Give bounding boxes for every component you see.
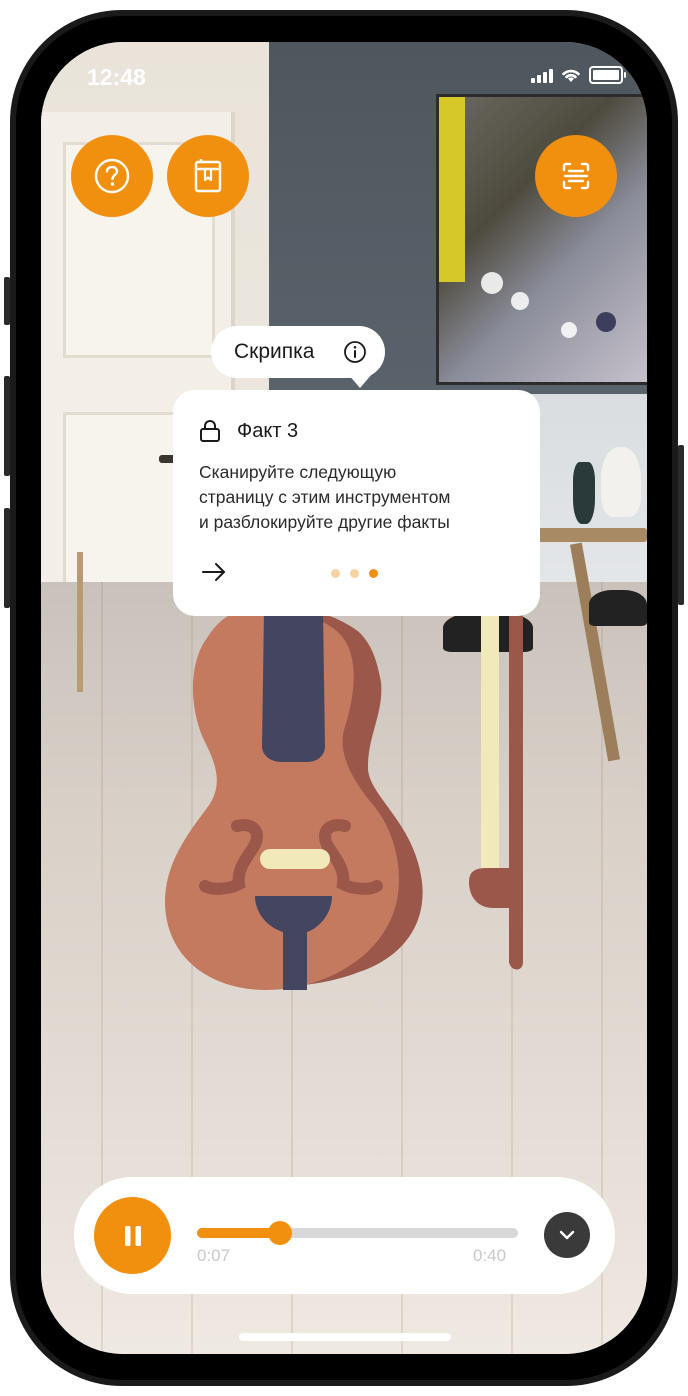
lock-icon [200, 420, 220, 442]
home-indicator[interactable] [239, 1333, 451, 1341]
collapse-button[interactable] [544, 1212, 590, 1258]
progress-knob[interactable] [268, 1221, 293, 1245]
pause-button[interactable] [94, 1197, 171, 1274]
battery-icon [589, 66, 626, 84]
audio-player: 0:07 0:40 [74, 1177, 615, 1294]
total-time: 0:40 [473, 1246, 507, 1265]
bow-hair [481, 602, 499, 872]
book-button[interactable] [167, 135, 249, 217]
label-pointer [348, 374, 372, 388]
page-indicator [331, 569, 378, 578]
fact-text: Сканируйте следующую страницу с этим инс… [199, 460, 529, 535]
progress-track[interactable] [197, 1221, 518, 1245]
instrument-name: Скрипка [234, 340, 315, 363]
fact-text-line: и разблокируйте другие факты [199, 512, 450, 532]
violin-fingerboard [262, 610, 325, 762]
cellular-signal-icon [531, 67, 553, 83]
help-icon [94, 158, 130, 194]
violin-illustration [164, 602, 523, 990]
wifi-icon [562, 69, 580, 82]
next-arrow-icon[interactable] [201, 562, 227, 582]
help-button[interactable] [71, 135, 153, 217]
status-time: 12:48 [87, 64, 146, 90]
info-icon[interactable] [343, 340, 367, 364]
scan-icon [562, 162, 590, 190]
fact-card: Факт 3 Сканируйте следующую страницу с э… [173, 390, 540, 616]
fact-text-line: Сканируйте следующую [199, 462, 397, 482]
power-button [678, 445, 684, 605]
page-dot[interactable] [331, 569, 340, 578]
bow-frog [469, 868, 511, 908]
pause-icon [124, 1225, 141, 1246]
current-time: 0:07 [197, 1246, 231, 1265]
ar-camera-screen: 12:48 Скрипка Факт 3 Сканируйте следующу… [41, 42, 647, 1354]
scan-button[interactable] [535, 135, 617, 217]
fact-title: Факт 3 [237, 420, 299, 442]
status-icons [531, 66, 626, 84]
book-icon [194, 159, 222, 193]
page-dot[interactable] [350, 569, 359, 578]
fact-text-line: страницу с этим инструментом [199, 487, 451, 507]
bow-stick [509, 602, 523, 970]
page-dot-active[interactable] [369, 569, 378, 578]
chevron-down-icon [559, 1230, 575, 1240]
violin-bridge [260, 849, 330, 869]
instrument-label[interactable]: Скрипка [211, 326, 385, 378]
